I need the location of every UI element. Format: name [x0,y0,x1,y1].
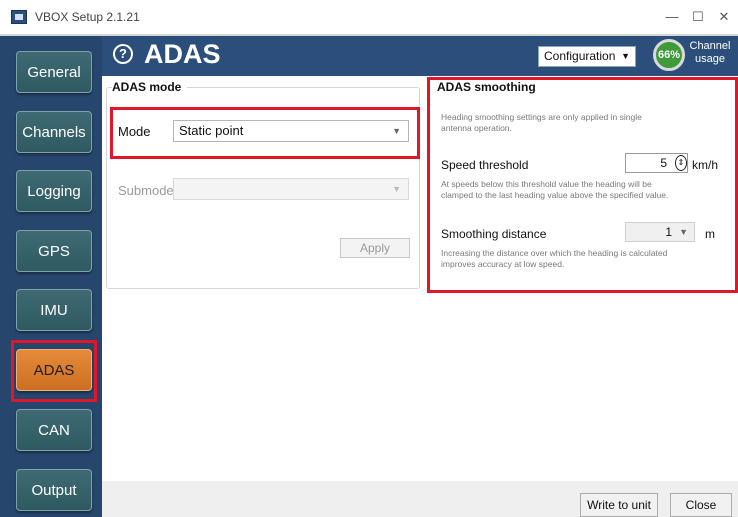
apply-button[interactable]: Apply [340,238,410,258]
close-button[interactable]: Close [670,493,732,517]
channel-usage-label: Channel usage [688,40,732,66]
close-window-icon[interactable]: ✕ [712,6,736,28]
app-logo-icon [11,10,27,24]
write-to-unit-button[interactable]: Write to unit [580,493,658,517]
page-header: ? ADAS Configuration ▼ 66% Channel usage [102,36,738,76]
sidebar-item-imu[interactable]: IMU [16,289,92,331]
maximize-icon[interactable]: ☐ [686,6,710,28]
adas-mode-title: ADAS mode [112,80,188,94]
chevron-down-icon: ▼ [392,184,401,194]
submode-label: Submode [118,183,174,198]
channel-usage-gauge: 66% [653,39,685,71]
sidebar-item-gps[interactable]: GPS [16,230,92,272]
sidebar: General Channels Logging GPS IMU ADAS CA… [0,36,102,517]
footer-bar: Write to unit Close [102,481,738,517]
channel-usage-line2: usage [695,53,725,65]
sidebar-item-general[interactable]: General [16,51,92,93]
title-bar: VBOX Setup 2.1.21 — ☐ ✕ [0,0,738,34]
sidebar-item-output[interactable]: Output [16,469,92,511]
sidebar-item-logging[interactable]: Logging [16,170,92,212]
window-title: VBOX Setup 2.1.21 [35,10,140,24]
mode-highlight [110,107,420,159]
help-icon[interactable]: ? [113,44,133,64]
sidebar-item-can[interactable]: CAN [16,409,92,451]
submode-select[interactable]: ▼ [173,178,409,200]
channel-usage-line1: Channel [689,40,731,52]
smoothing-highlight [427,77,738,293]
page-title: ADAS [144,39,221,69]
chevron-down-icon: ▼ [621,51,630,61]
configuration-label: Configuration [544,49,616,63]
adas-nav-highlight [11,340,97,402]
minimize-icon[interactable]: — [660,6,684,28]
configuration-dropdown[interactable]: Configuration ▼ [538,46,636,67]
sidebar-item-channels[interactable]: Channels [16,111,92,153]
